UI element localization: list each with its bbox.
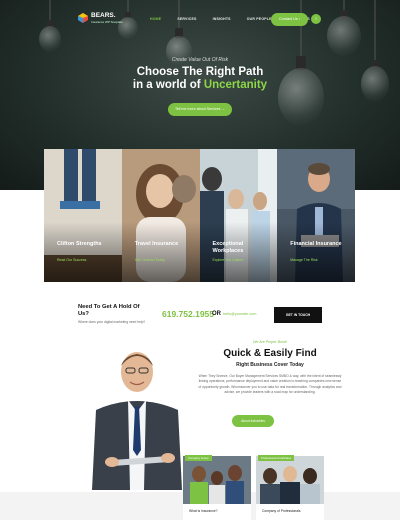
card-financial-insurance[interactable]: Financial Insurance Manage The Risk xyxy=(277,149,355,282)
card-travel-insurance[interactable]: Travel Insurance Get Covered Today xyxy=(121,149,200,282)
feature-card-caption: Company of Professionals xyxy=(262,509,301,513)
cta-or: OR xyxy=(212,311,221,317)
top-nav: BEARS. Insurance WP Template HOME SERVIC… xyxy=(0,10,400,30)
card-title: Clifton Strengths xyxy=(57,241,102,247)
menu-item-our-people[interactable]: OUR PEOPLE xyxy=(247,17,272,21)
logo-icon[interactable] xyxy=(78,13,88,23)
feature-card-professionals[interactable]: Professional Certificates Company of Pro… xyxy=(256,448,324,520)
feature-card-insurance[interactable]: Company Group What Is Insurance? xyxy=(183,448,251,520)
hero-kicker: Create Value Out Of Risk xyxy=(171,57,229,63)
cta-subtitle: Where does your digital marketing need h… xyxy=(78,320,146,324)
card-title: Exceptional Workplaces xyxy=(212,241,244,254)
hero-title-line2: in a world of Uncertanity xyxy=(0,79,400,92)
arrow-icon[interactable]: › xyxy=(311,14,321,24)
cta-email[interactable]: hello@yoursite.com xyxy=(223,312,256,316)
feature-subtitle: Right Business Cover Today xyxy=(236,362,304,368)
about-industries-button[interactable]: About Industries xyxy=(232,415,274,427)
cta-phone[interactable]: 619.752.1955 xyxy=(162,309,214,319)
hero-title-prefix: in a world of xyxy=(132,79,204,91)
service-cards: Clifton Strengths Read Our Success Trave… xyxy=(44,149,355,282)
hero-title-line1: Choose The Right Path xyxy=(136,66,264,78)
businessman-tablet-image xyxy=(92,352,182,490)
card-title: Financial Insurance xyxy=(290,241,342,247)
feature-card-tag: Professional Certificates xyxy=(258,455,295,461)
lightbulb-decoration xyxy=(326,0,362,60)
get-in-touch-button[interactable]: GET IN TOUCH xyxy=(274,307,322,323)
card-link[interactable]: Read Our Success xyxy=(57,258,86,262)
hero-title: Choose The Right Path in a world of Unce… xyxy=(0,66,400,92)
card-link[interactable]: Get Covered Today xyxy=(135,258,165,262)
contact-us-label: Contact Us xyxy=(278,17,298,21)
cta-title: Need To Get A Hold Of Us? xyxy=(78,304,140,317)
services-button-label: Tell me more about Services xyxy=(175,107,221,111)
logo-tagline: Insurance WP Template xyxy=(91,20,123,24)
professionals-photo xyxy=(256,456,324,504)
logo-text[interactable]: BEARS. xyxy=(91,12,116,19)
card-title: Travel Insurance xyxy=(134,241,179,247)
feature-card-caption: What Is Insurance? xyxy=(189,509,218,513)
card-link[interactable]: Explore Our Culture xyxy=(213,258,244,262)
feature-kicker: We Are Proper Bond! xyxy=(253,340,287,344)
family-photo xyxy=(183,456,251,504)
menu-item-home[interactable]: HOME xyxy=(150,17,161,21)
lightbulb-decoration xyxy=(38,0,62,60)
contact-us-button[interactable]: Contact Us › xyxy=(271,13,308,26)
card-exceptional-workplaces[interactable]: Exceptional Workplaces Explore Our Cultu… xyxy=(199,149,278,282)
menu-item-services[interactable]: SERVICES xyxy=(177,17,196,21)
feature-title: Quick & Easily Find xyxy=(223,348,317,359)
services-button[interactable]: Tell me more about Services → xyxy=(168,103,232,116)
menu-item-insights[interactable]: INSIGHTS xyxy=(213,17,231,21)
hero-title-highlight: Uncertanity xyxy=(203,79,268,91)
card-clifton-strengths[interactable]: Clifton Strengths Read Our Success xyxy=(44,149,122,282)
feature-card-tag: Company Group xyxy=(185,455,212,461)
card-link[interactable]: Manage The Risk xyxy=(290,258,317,262)
feature-body: When They Sneeze, Our Buyer Management S… xyxy=(198,374,342,395)
